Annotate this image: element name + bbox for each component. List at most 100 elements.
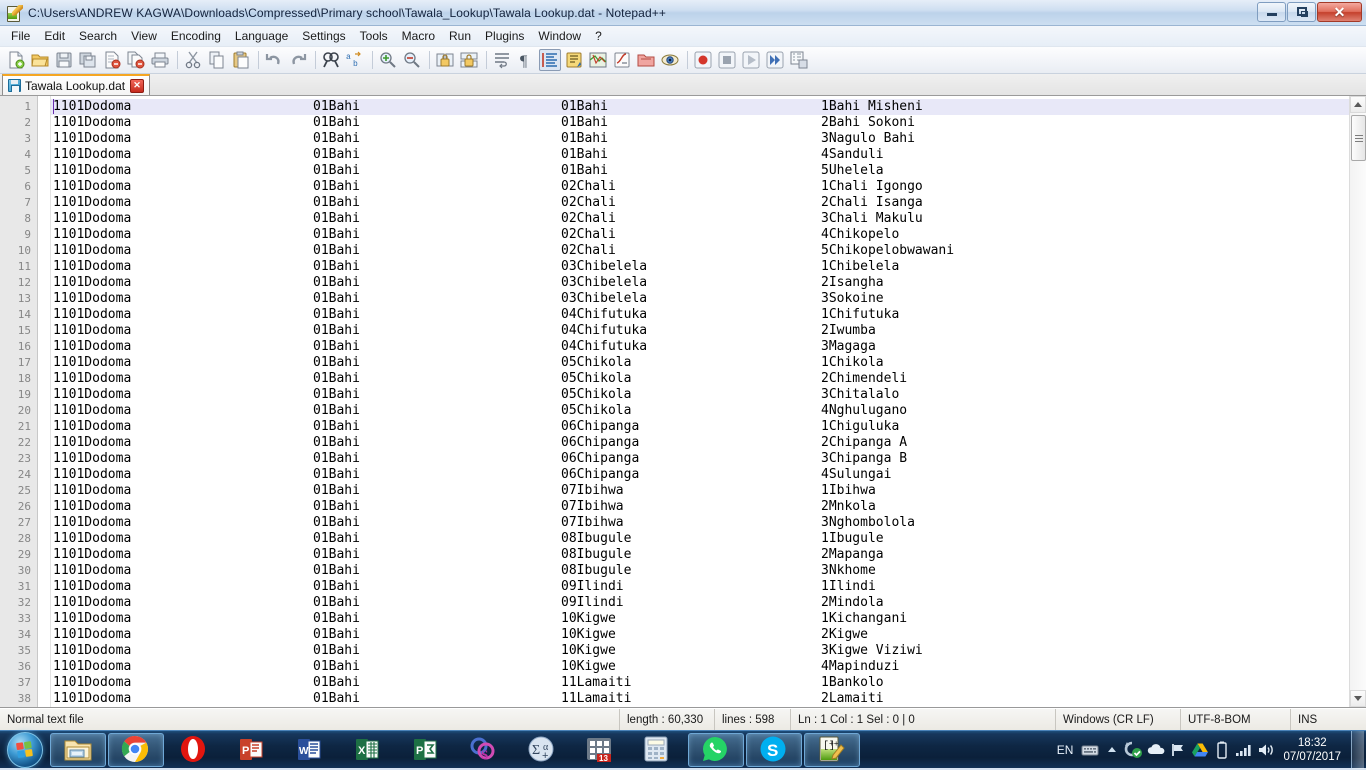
- show-indent-guide-icon[interactable]: [539, 49, 561, 71]
- code-line[interactable]: 1101Dodoma01Bahi10Kigwe3Kigwe Viziwi: [51, 643, 1366, 659]
- onedrive-icon[interactable]: [1145, 733, 1167, 767]
- code-line[interactable]: 1101Dodoma01Bahi10Kigwe4Mapinduzi: [51, 659, 1366, 675]
- code-line[interactable]: 1101Dodoma01Bahi11Lamaiti2Lamaiti: [51, 691, 1366, 707]
- menu-item-plugins[interactable]: Plugins: [478, 27, 531, 45]
- monitoring-icon[interactable]: [659, 49, 681, 71]
- menu-item-run[interactable]: Run: [442, 27, 478, 45]
- menu-item-window[interactable]: Window: [531, 27, 588, 45]
- find-icon[interactable]: [320, 49, 342, 71]
- taskbar-item-opera[interactable]: [166, 733, 222, 767]
- taskbar-item-publisher[interactable]: P: [398, 733, 454, 767]
- show-hidden-icons-icon[interactable]: [1101, 733, 1123, 767]
- code-line[interactable]: 1101Dodoma01Bahi06Chipanga3Chipanga B: [51, 451, 1366, 467]
- start-button[interactable]: [2, 732, 48, 768]
- copy-icon[interactable]: [206, 49, 228, 71]
- menu-item-settings[interactable]: Settings: [295, 27, 352, 45]
- code-line[interactable]: 1101Dodoma01Bahi04Chifutuka1Chifutuka: [51, 307, 1366, 323]
- cut-icon[interactable]: [182, 49, 204, 71]
- print-icon[interactable]: [149, 49, 171, 71]
- close-tab-icon[interactable]: ✕: [130, 79, 144, 93]
- code-line[interactable]: 1101Dodoma01Bahi07Ibihwa3Nghombolola: [51, 515, 1366, 531]
- menu-item-view[interactable]: View: [124, 27, 164, 45]
- code-line[interactable]: 1101Dodoma01Bahi10Kigwe1Kichangani: [51, 611, 1366, 627]
- status-insert-mode[interactable]: INS: [1291, 709, 1366, 731]
- code-line[interactable]: 1101Dodoma01Bahi10Kigwe2Kigwe: [51, 627, 1366, 643]
- save-all-icon[interactable]: [77, 49, 99, 71]
- code-folding-margin[interactable]: [38, 96, 51, 707]
- language-indicator[interactable]: EN: [1051, 743, 1080, 757]
- code-line[interactable]: 1101Dodoma01Bahi02Chali1Chali Igongo: [51, 179, 1366, 195]
- show-all-characters-icon[interactable]: ¶: [515, 49, 537, 71]
- battery-icon[interactable]: [1211, 733, 1233, 767]
- user-defined-language-icon[interactable]: [563, 49, 585, 71]
- menu-item-macro[interactable]: Macro: [395, 27, 442, 45]
- code-line[interactable]: 1101Dodoma01Bahi11Lamaiti1Bankolo: [51, 675, 1366, 691]
- volume-icon[interactable]: [1255, 733, 1277, 767]
- document-tab[interactable]: Tawala Lookup.dat ✕: [2, 74, 150, 95]
- taskbar-clock[interactable]: 18:32 07/07/2017: [1277, 736, 1351, 764]
- sync-vertical-scroll-icon[interactable]: [434, 49, 456, 71]
- stop-recording-icon[interactable]: [716, 49, 738, 71]
- code-line[interactable]: 1101Dodoma01Bahi09Ilindi1Ilindi: [51, 579, 1366, 595]
- google-drive-icon[interactable]: [1189, 733, 1211, 767]
- code-line[interactable]: 1101Dodoma01Bahi05Chikola3Chitalalo: [51, 387, 1366, 403]
- menu-item-search[interactable]: Search: [72, 27, 124, 45]
- code-line[interactable]: 1101Dodoma01Bahi01Bahi4Sanduli: [51, 147, 1366, 163]
- code-line[interactable]: 1101Dodoma01Bahi05Chikola4Nghulugano: [51, 403, 1366, 419]
- status-encoding[interactable]: UTF-8-BOM: [1181, 709, 1291, 731]
- paste-icon[interactable]: [230, 49, 252, 71]
- code-line[interactable]: 1101Dodoma01Bahi07Ibihwa1Ibihwa: [51, 483, 1366, 499]
- status-eol-format[interactable]: Windows (CR LF): [1056, 709, 1181, 731]
- code-line[interactable]: 1101Dodoma01Bahi06Chipanga1Chiguluka: [51, 419, 1366, 435]
- zoom-out-icon[interactable]: [401, 49, 423, 71]
- editor-area[interactable]: 1234567891011121314151617181920212223242…: [0, 96, 1366, 708]
- menu-item-help[interactable]: ?: [588, 27, 609, 45]
- save-macro-icon[interactable]: [788, 49, 810, 71]
- menu-item-language[interactable]: Language: [228, 27, 295, 45]
- undo-icon[interactable]: [263, 49, 285, 71]
- folder-as-workspace-icon[interactable]: [635, 49, 657, 71]
- code-line[interactable]: 1101Dodoma01Bahi04Chifutuka2Iwumba: [51, 323, 1366, 339]
- code-line[interactable]: 1101Dodoma01Bahi03Chibelela2Isangha: [51, 275, 1366, 291]
- code-line[interactable]: 1101Dodoma01Bahi02Chali4Chikopelo: [51, 227, 1366, 243]
- close-file-icon[interactable]: [101, 49, 123, 71]
- replace-icon[interactable]: ab: [344, 49, 366, 71]
- menu-item-tools[interactable]: Tools: [353, 27, 395, 45]
- code-line[interactable]: 1101Dodoma01Bahi06Chipanga2Chipanga A: [51, 435, 1366, 451]
- restore-button[interactable]: [1287, 2, 1316, 22]
- scroll-down-arrow-icon[interactable]: [1350, 690, 1366, 707]
- menu-item-edit[interactable]: Edit: [37, 27, 72, 45]
- code-line[interactable]: 1101Dodoma01Bahi03Chibelela1Chibelela: [51, 259, 1366, 275]
- code-line[interactable]: 1101Dodoma01Bahi02Chali3Chali Makulu: [51, 211, 1366, 227]
- code-line[interactable]: 1101Dodoma01Bahi04Chifutuka3Magaga: [51, 339, 1366, 355]
- text-editor-content[interactable]: 1101Dodoma01Bahi01Bahi1Bahi Misheni1101D…: [51, 96, 1366, 707]
- run-macro-multiple-icon[interactable]: [764, 49, 786, 71]
- minimize-button[interactable]: [1257, 2, 1286, 22]
- network-signal-icon[interactable]: [1233, 733, 1255, 767]
- code-line[interactable]: 1101Dodoma01Bahi06Chipanga4Sulungai: [51, 467, 1366, 483]
- scrollbar-thumb[interactable]: [1351, 115, 1366, 161]
- taskbar-item-calculator[interactable]: [630, 733, 686, 767]
- code-line[interactable]: 1101Dodoma01Bahi03Chibelela3Sokoine: [51, 291, 1366, 307]
- code-line[interactable]: 1101Dodoma01Bahi01Bahi1Bahi Misheni: [51, 99, 1366, 115]
- code-line[interactable]: 1101Dodoma01Bahi01Bahi2Bahi Sokoni: [51, 115, 1366, 131]
- taskbar-item-whatsapp[interactable]: [688, 733, 744, 767]
- keyboard-icon[interactable]: [1079, 733, 1101, 767]
- title-bar[interactable]: C:\Users\ANDREW KAGWA\Downloads\Compress…: [0, 0, 1366, 26]
- code-line[interactable]: 1101Dodoma01Bahi02Chali5Chikopelobwawani: [51, 243, 1366, 259]
- system-update-icon[interactable]: [1123, 733, 1145, 767]
- playback-icon[interactable]: [740, 49, 762, 71]
- code-line[interactable]: 1101Dodoma01Bahi08Ibugule2Mapanga: [51, 547, 1366, 563]
- word-wrap-icon[interactable]: [491, 49, 513, 71]
- taskbar-item-spss[interactable]: S: [456, 733, 512, 767]
- function-list-icon[interactable]: [611, 49, 633, 71]
- code-line[interactable]: 1101Dodoma01Bahi02Chali2Chali Isanga: [51, 195, 1366, 211]
- record-macro-icon[interactable]: [692, 49, 714, 71]
- action-center-flag-icon[interactable]: [1167, 733, 1189, 767]
- code-line[interactable]: 1101Dodoma01Bahi07Ibihwa2Mnkola: [51, 499, 1366, 515]
- code-line[interactable]: 1101Dodoma01Bahi01Bahi3Nagulo Bahi: [51, 131, 1366, 147]
- code-line[interactable]: 1101Dodoma01Bahi09Ilindi2Mindola: [51, 595, 1366, 611]
- taskbar-item-skype[interactable]: S: [746, 733, 802, 767]
- close-all-files-icon[interactable]: [125, 49, 147, 71]
- sync-horizontal-scroll-icon[interactable]: [458, 49, 480, 71]
